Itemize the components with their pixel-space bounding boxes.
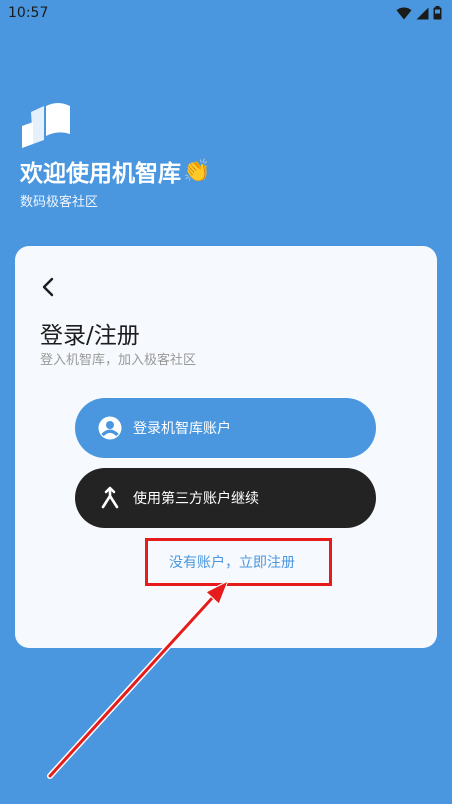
clapping-hands-icon: 👏 [183,158,211,184]
back-icon[interactable] [37,274,61,300]
status-icons [396,6,442,20]
merge-arrow-icon [97,485,123,511]
login-account-button[interactable]: 登录机智库账户 [75,398,376,458]
welcome-title-text: 欢迎使用机智库 [20,161,181,187]
login-card: 登录/注册 登入机智库，加入极客社区 登录机智库账户 使用第三方账户继续 没有账… [15,246,437,648]
status-time: 10:57 [8,5,49,21]
login-account-label: 登录机智库账户 [133,421,231,437]
third-party-login-button[interactable]: 使用第三方账户继续 [75,468,376,528]
wifi-icon [396,7,412,19]
status-bar: 10:57 [0,0,452,26]
app-logo-icon [22,103,70,148]
welcome-subtitle: 数码极客社区 [20,195,99,210]
user-avatar-icon [97,415,123,441]
welcome-title: 欢迎使用机智库 👏 [20,154,210,188]
page-subtitle: 登入机智库，加入极客社区 [40,353,197,368]
page-title: 登录/注册 [40,323,140,349]
battery-icon [433,6,442,20]
third-party-login-label: 使用第三方账户继续 [133,491,259,507]
signal-icon [416,7,429,19]
register-link[interactable]: 没有账户，立即注册 [15,552,437,572]
